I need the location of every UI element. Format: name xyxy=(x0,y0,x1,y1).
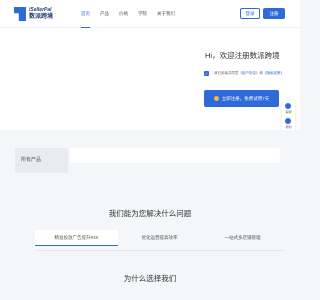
side-item-service[interactable]: 客服 xyxy=(285,103,292,114)
tab-precise-ads[interactable]: 精准投放广告提升ROI xyxy=(35,230,118,246)
brand-name-cn: 数派跨境 xyxy=(29,14,54,20)
nav-item-pricing[interactable]: 价格 xyxy=(119,0,128,28)
tab-multi-store[interactable]: 一站式多店铺管理 xyxy=(201,230,284,246)
nav-item-academy[interactable]: 学院 xyxy=(138,0,147,28)
login-button[interactable]: 登录 xyxy=(240,8,260,19)
headset-icon xyxy=(285,103,292,109)
register-trial-button[interactable]: 立即注册，免费试用7天 xyxy=(204,90,279,107)
tabs-divider xyxy=(35,250,285,251)
tab-operations[interactable]: 优化运营提高效率 xyxy=(118,230,201,246)
nav-item-home[interactable]: 首页 xyxy=(81,0,90,28)
brand-logo[interactable]: iSellerPal 数派跨境 xyxy=(14,5,54,23)
side-item-help[interactable]: 帮助 xyxy=(285,118,292,129)
nav-item-products[interactable]: 产品 xyxy=(100,0,109,28)
cta-label: 立即注册，免费试用7天 xyxy=(221,95,270,101)
privacy-link[interactable]: 《隐私政策》 xyxy=(263,71,284,76)
help-icon xyxy=(285,118,292,124)
top-header: iSellerPal 数派跨境 首页 产品 价格 学院 关于我们 登录 注册 xyxy=(0,0,300,28)
gift-icon xyxy=(213,96,219,101)
terms-link[interactable]: 《用户协议》 xyxy=(239,71,260,76)
nav-item-about[interactable]: 关于我们 xyxy=(157,0,175,28)
agree-checkbox[interactable]: ✓ xyxy=(204,71,209,76)
agreement-row: ✓ 我已阅读并同意 《用户协议》 和 《隐私政策》 xyxy=(204,71,284,76)
products-panel xyxy=(70,148,280,163)
agree-prefix: 我已阅读并同意 xyxy=(214,71,239,75)
register-button[interactable]: 注册 xyxy=(263,8,285,19)
hero-greeting: Hi，欢迎注册数派跨境 xyxy=(205,51,280,60)
hero-section xyxy=(0,28,300,130)
problems-title: 我们能为您解决什么问题 xyxy=(108,209,192,218)
page: iSellerPal 数派跨境 首页 产品 价格 学院 关于我们 登录 注册 H… xyxy=(0,0,300,300)
brand-name-en: iSellerPal xyxy=(29,7,52,13)
problems-tabs: 精准投放广告提升ROI 优化运营提高效率 一站式多店铺管理 xyxy=(35,230,285,246)
why-us-title: 为什么选择我们 xyxy=(123,274,177,283)
main-nav: 首页 产品 价格 学院 关于我们 xyxy=(81,0,185,28)
logo-mark-icon xyxy=(14,7,26,21)
all-products-tab[interactable]: 所有产品 xyxy=(15,148,68,173)
